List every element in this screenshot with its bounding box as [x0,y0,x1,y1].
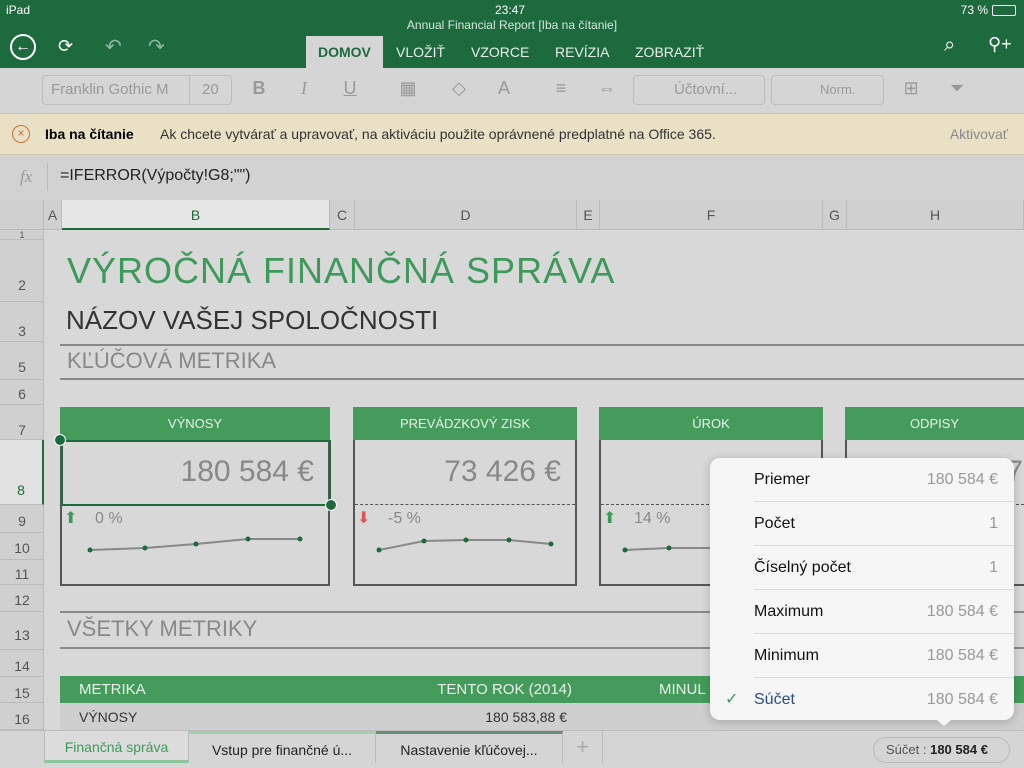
popover-item-pocet[interactable]: Počet 1 [754,502,1014,546]
popover-item-maximum[interactable]: Maximum 180 584 € [754,590,1014,634]
item-label: Počet [754,515,795,532]
item-label: Maximum [754,603,824,620]
item-value: 180 584 € [926,603,998,620]
popover-item-ciselny-pocet[interactable]: Číselný počet 1 [754,546,1014,590]
sheet-tabs-bar: Finančná správa Vstup pre finančné ú... … [0,730,1024,768]
table-cell: 180 583,88 € [485,709,567,725]
sum-label: Súčet : [886,742,927,757]
item-label: Minimum [754,647,819,664]
item-label: Priemer [754,471,811,488]
status-summary-popover: Priemer 180 584 € Počet 1 Číselný počet 1 M… [710,458,1014,726]
sheet-tab[interactable]: Vstup pre finančné ú... [189,731,376,763]
checkmark-icon: ✓ [725,691,739,708]
table-header-cell: MINUL [659,681,706,698]
sum-value: 180 584 € [930,742,988,757]
item-value: 1 [989,515,998,532]
item-value: 180 584 € [926,471,998,488]
popover-item-priemer[interactable]: Priemer 180 584 € [754,458,1014,502]
all-metrics-heading: VŠETKY METRIKY [67,616,258,641]
table-cell: VÝNOSY [79,709,138,725]
item-value: 180 584 € [926,647,998,664]
table-header-cell: METRIKA [79,681,146,698]
sheet-tab-active[interactable]: Finančná správa [44,731,189,763]
table-header-cell: TENTO ROK (2014) [437,681,572,698]
add-sheet-button[interactable]: + [563,731,603,763]
sheet-tab[interactable]: Nastavenie kľúčovej... [376,731,563,763]
popover-item-sucet[interactable]: ✓ Súčet 180 584 € [725,678,1014,722]
item-label: Súčet [754,691,795,708]
popover-arrow [932,716,956,726]
sum-status-button[interactable]: Súčet : 180 584 € [873,737,1010,763]
item-value: 1 [989,559,998,576]
popover-item-minimum[interactable]: Minimum 180 584 € [754,634,1014,678]
item-label: Číselný počet [754,559,851,576]
